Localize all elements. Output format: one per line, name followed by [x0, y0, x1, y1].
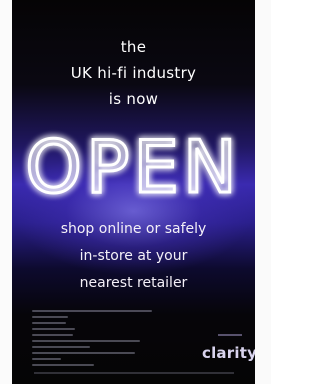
page-margin-right	[255, 0, 271, 384]
page-margin-left	[0, 0, 12, 384]
fine-print-line	[32, 358, 61, 360]
headline-line-1: the	[120, 38, 147, 56]
fine-print-line	[32, 328, 76, 330]
tagline-line-2: in-store at your	[79, 248, 188, 264]
fine-print-line	[32, 364, 95, 366]
fine-print-line	[32, 316, 68, 318]
fine-print-line	[32, 334, 73, 336]
fine-print-block	[32, 310, 152, 370]
fine-print-line	[32, 322, 66, 324]
brand-logo: clarity	[202, 344, 255, 362]
neon-open-text: OPEN	[25, 125, 240, 209]
fine-print-line	[32, 346, 90, 348]
fine-print-line	[32, 340, 140, 342]
headline-line-2: UK hi-fi industry	[70, 64, 197, 82]
brand-tagline-mark	[218, 334, 242, 336]
headline-line-3: is now	[108, 90, 159, 108]
neon-open-sign: OPEN	[12, 120, 255, 211]
tagline-line-1: shop online or safely	[60, 221, 207, 237]
advertisement-poster: the UK hi-fi industry is now OPEN shop o…	[12, 0, 255, 384]
tagline-line-3: nearest retailer	[79, 275, 188, 291]
neon-open-sign-graphic: OPEN	[24, 124, 240, 211]
fine-print-line	[32, 352, 136, 354]
fine-print-line	[32, 310, 152, 312]
footer-fine-print	[34, 372, 234, 374]
